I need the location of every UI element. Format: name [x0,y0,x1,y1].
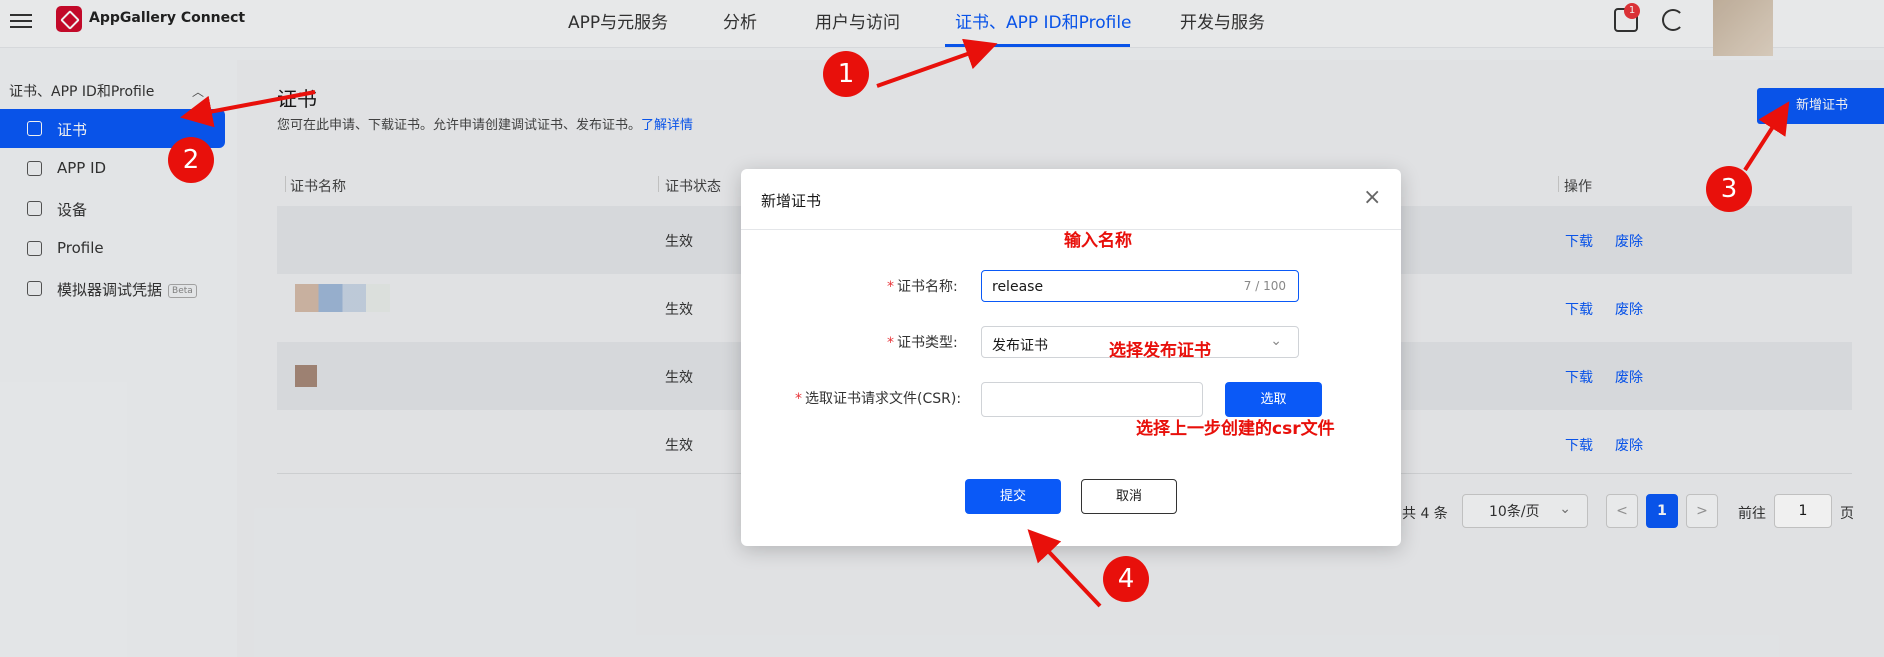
arrow-2 [180,90,316,128]
annotation-arrows [180,38,1790,608]
arrow-3 [1743,101,1790,172]
arrow-4 [1027,529,1102,608]
step-number-1: 1 [823,51,869,97]
step-number-4: 4 [1103,556,1149,602]
step-number-3: 3 [1706,166,1752,212]
arrow-1 [876,38,998,88]
step-number-2: 2 [168,137,214,183]
